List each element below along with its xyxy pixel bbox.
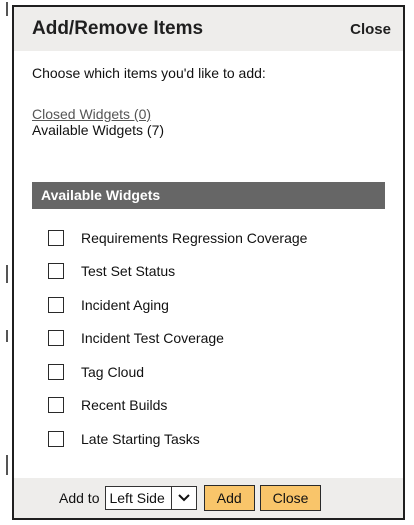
widget-item[interactable]: Tag Cloud [48, 355, 385, 389]
add-to-label: Add to [59, 490, 100, 506]
widget-item[interactable]: Requirements Regression Coverage [48, 221, 385, 255]
widget-checkbox[interactable] [48, 397, 64, 414]
widget-label: Incident Aging [81, 296, 169, 313]
widget-checkbox[interactable] [48, 296, 64, 313]
widget-checkbox[interactable] [48, 263, 64, 280]
widget-item[interactable]: Recent Builds [48, 389, 385, 423]
location-select[interactable]: Left Side [105, 486, 197, 510]
widget-label: Test Set Status [81, 263, 176, 280]
widget-checkbox[interactable] [48, 229, 64, 246]
intro-text: Choose which items you'd like to add: [32, 65, 266, 81]
location-select-value: Left Side [109, 490, 165, 506]
widget-checkbox[interactable] [48, 430, 64, 447]
widget-label: Requirements Regression Coverage [81, 229, 308, 246]
widget-label: Late Starting Tasks [81, 430, 200, 447]
page-edge-mark [6, 455, 8, 475]
dialog-footer: Add to Left Side Add Close [14, 478, 403, 518]
widget-item[interactable]: Incident Test Coverage [48, 322, 385, 356]
titlebar-close-link[interactable]: Close [350, 21, 391, 38]
chevron-down-icon[interactable] [170, 487, 196, 509]
add-button[interactable]: Add [203, 485, 255, 511]
widget-label: Recent Builds [81, 397, 168, 414]
widget-item[interactable]: Incident Aging [48, 288, 385, 322]
widget-item[interactable]: Test Set Status [48, 255, 385, 289]
widget-checkbox[interactable] [48, 363, 64, 380]
closed-widgets-link[interactable]: Closed Widgets (0) [32, 106, 385, 122]
dialog-titlebar: Add/Remove Items Close [14, 7, 403, 51]
widget-item[interactable]: Late Starting Tasks [48, 422, 385, 456]
page-edge [0, 0, 10, 525]
add-remove-items-dialog: Add/Remove Items Close Choose which item… [12, 5, 405, 520]
available-widgets-label: Available Widgets (7) [32, 122, 165, 138]
widget-list: Requirements Regression Coverage Test Se… [32, 221, 385, 456]
page-edge-mark [6, 2, 8, 16]
dialog-body: Choose which items you'd like to add: Cl… [14, 51, 403, 456]
widget-checkbox[interactable] [48, 330, 64, 347]
available-widgets-header: Available Widgets [32, 182, 385, 209]
page-edge-mark [6, 330, 8, 342]
widget-label: Incident Test Coverage [81, 330, 224, 347]
dialog-title: Add/Remove Items [32, 18, 204, 39]
close-button[interactable]: Close [259, 485, 322, 511]
widget-label: Tag Cloud [81, 363, 145, 380]
page-edge-mark [6, 265, 8, 283]
